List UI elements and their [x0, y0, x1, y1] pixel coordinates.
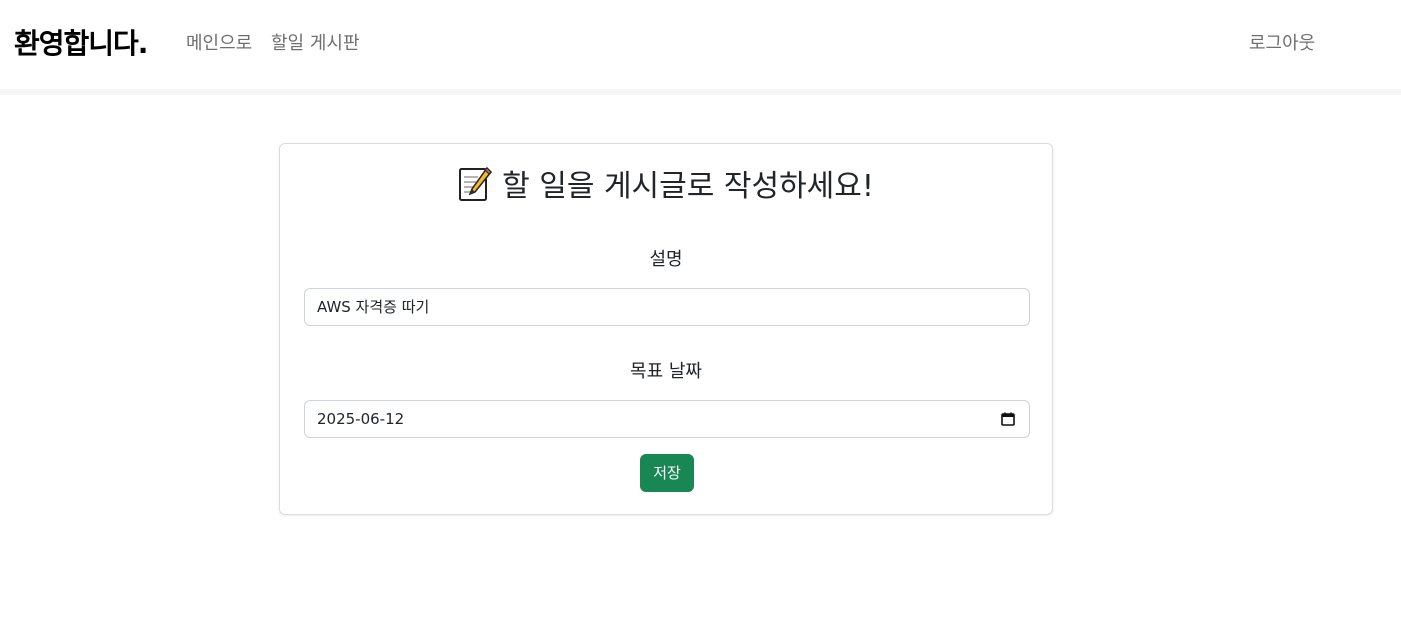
memo-icon: [459, 166, 493, 201]
target-date-input[interactable]: 2025-06-12: [304, 400, 1030, 438]
form-heading: 할 일을 게시글로 작성하세요!: [280, 166, 1052, 207]
logout-link[interactable]: 로그아웃: [1249, 32, 1315, 56]
target-date-label: 목표 날짜: [630, 361, 702, 382]
form-title: 할 일을 게시글로 작성하세요!: [502, 169, 874, 204]
description-label: 설명: [649, 249, 683, 270]
brand-title[interactable]: 환영합니다.: [14, 24, 148, 64]
target-date-value: 2025-06-12: [317, 410, 405, 428]
todo-form-card: 할 일을 게시글로 작성하세요! 설명 AWS 자격증 따기 목표 날짜 202…: [279, 143, 1053, 515]
nav-link-main[interactable]: 메인으로: [186, 32, 252, 56]
navbar: 환영합니다. 메인으로 할일 게시판 로그아웃: [0, 0, 1401, 95]
save-button[interactable]: 저장: [640, 454, 694, 492]
description-input[interactable]: AWS 자격증 따기: [304, 288, 1030, 326]
nav-link-todo-board[interactable]: 할일 게시판: [271, 32, 360, 56]
calendar-icon[interactable]: [1001, 412, 1015, 426]
description-value: AWS 자격증 따기: [317, 298, 430, 316]
